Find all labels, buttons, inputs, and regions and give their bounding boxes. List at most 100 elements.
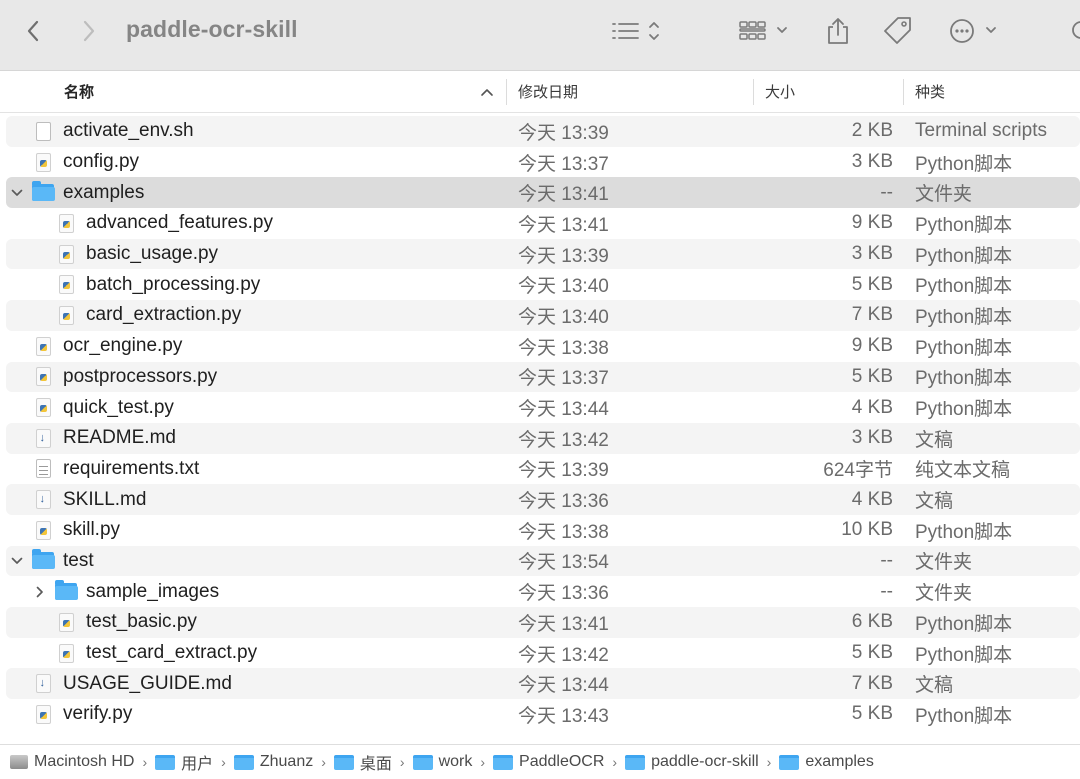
folder-icon bbox=[412, 754, 433, 770]
file-row[interactable]: config.py 今天 13:37 3 KB Python脚本 bbox=[0, 147, 1080, 178]
disclosure-open-icon[interactable] bbox=[10, 177, 24, 208]
path-crumb[interactable]: 桌面 bbox=[333, 750, 392, 774]
file-size: 3 KB bbox=[851, 427, 893, 449]
python-file-icon bbox=[55, 239, 77, 270]
path-crumb[interactable]: 用户 bbox=[155, 750, 213, 774]
file-list: activate_env.sh 今天 13:39 2 KB Terminal scri… bbox=[0, 116, 1080, 730]
chevron-left-icon bbox=[27, 20, 39, 42]
folder-icon bbox=[32, 546, 55, 577]
file-modified-date: 今天 13:38 bbox=[518, 337, 609, 359]
disclosure-open-icon[interactable] bbox=[10, 546, 24, 577]
file-modified-date: 今天 13:40 bbox=[518, 306, 609, 328]
share-button[interactable] bbox=[822, 14, 854, 48]
file-row[interactable]: card_extraction.py 今天 13:40 7 KB Python脚本 bbox=[0, 300, 1080, 331]
column-kind-header[interactable]: 种类 bbox=[915, 71, 945, 112]
file-row[interactable]: test_card_extract.py 今天 13:42 5 KB Python脚本 bbox=[0, 638, 1080, 669]
file-row[interactable]: USAGE_GUIDE.md 今天 13:44 7 KB 文稿 bbox=[0, 668, 1080, 699]
tag-button[interactable] bbox=[880, 14, 916, 48]
file-name: README.md bbox=[63, 427, 176, 449]
more-actions-button[interactable] bbox=[944, 14, 1004, 48]
file-name: test_basic.py bbox=[86, 611, 197, 633]
python-file-icon bbox=[32, 331, 54, 362]
path-crumb[interactable]: Macintosh HD bbox=[10, 753, 134, 771]
file-modified-date: 今天 13:39 bbox=[518, 245, 609, 267]
file-kind: Python脚本 bbox=[915, 613, 1013, 635]
column-divider[interactable] bbox=[506, 79, 507, 105]
python-file-icon bbox=[32, 362, 54, 393]
column-size-header[interactable]: 大小 bbox=[765, 71, 795, 112]
path-crumb[interactable]: PaddleOCR bbox=[493, 753, 604, 771]
file-row[interactable]: requirements.txt 今天 13:39 624字节 纯文本文稿 bbox=[0, 454, 1080, 485]
file-row[interactable]: advanced_features.py 今天 13:41 9 KB Python脚本 bbox=[0, 208, 1080, 239]
text-file-icon bbox=[32, 454, 54, 485]
folder-icon bbox=[32, 177, 55, 208]
forward-button[interactable] bbox=[74, 14, 104, 48]
folder-icon bbox=[625, 754, 646, 770]
file-kind: Python脚本 bbox=[915, 399, 1013, 421]
file-size: 2 KB bbox=[851, 120, 893, 142]
share-icon bbox=[828, 18, 848, 44]
file-size: -- bbox=[880, 580, 893, 602]
path-crumb-label: 用户 bbox=[181, 756, 214, 773]
path-crumb[interactable]: examples bbox=[779, 753, 874, 771]
file-kind: 文稿 bbox=[915, 675, 954, 697]
path-crumb[interactable]: paddle-ocr-skill bbox=[625, 753, 759, 771]
folder-row[interactable]: examples 今天 13:41 -- 文件夹 bbox=[0, 177, 1080, 208]
path-crumb-label: Macintosh HD bbox=[34, 753, 135, 770]
file-name: test bbox=[63, 549, 94, 571]
disclosure-closed-icon[interactable] bbox=[33, 576, 47, 607]
file-size: 5 KB bbox=[851, 642, 893, 664]
search-icon bbox=[1072, 21, 1080, 39]
column-divider[interactable] bbox=[753, 79, 754, 105]
file-row[interactable]: skill.py 今天 13:38 10 KB Python脚本 bbox=[0, 515, 1080, 546]
column-divider[interactable] bbox=[903, 79, 904, 105]
file-row[interactable]: basic_usage.py 今天 13:39 3 KB Python脚本 bbox=[0, 238, 1080, 270]
column-header: 名称 修改日期 大小 种类 bbox=[0, 71, 1080, 113]
path-crumb[interactable]: work bbox=[412, 753, 472, 771]
python-file-icon bbox=[55, 208, 77, 239]
python-file-icon bbox=[55, 269, 77, 300]
file-modified-date: 今天 13:38 bbox=[518, 521, 609, 543]
folder-row[interactable]: test 今天 13:54 -- 文件夹 bbox=[0, 545, 1080, 577]
group-view-button[interactable] bbox=[734, 14, 794, 48]
file-row[interactable]: quick_test.py 今天 13:44 4 KB Python脚本 bbox=[0, 392, 1080, 423]
path-crumb-label: examples bbox=[805, 753, 874, 770]
file-row[interactable]: test_basic.py 今天 13:41 6 KB Python脚本 bbox=[0, 607, 1080, 638]
python-file-icon bbox=[32, 699, 54, 730]
file-row[interactable]: verify.py 今天 13:43 5 KB Python脚本 bbox=[0, 699, 1080, 730]
back-button[interactable] bbox=[18, 14, 48, 48]
file-modified-date: 今天 13:42 bbox=[518, 429, 609, 451]
python-file-icon bbox=[55, 607, 77, 638]
file-row[interactable]: activate_env.sh 今天 13:39 2 KB Terminal scri… bbox=[0, 116, 1080, 147]
list-view-icon bbox=[612, 22, 659, 40]
shell-script-icon bbox=[32, 116, 54, 147]
path-crumb[interactable]: Zhuanz bbox=[233, 753, 314, 771]
file-row[interactable]: batch_processing.py 今天 13:40 5 KB Python脚本 bbox=[0, 269, 1080, 300]
search-button[interactable] bbox=[1066, 14, 1080, 48]
file-kind: Python脚本 bbox=[915, 214, 1013, 236]
file-row[interactable]: README.md 今天 13:42 3 KB 文稿 bbox=[0, 422, 1080, 454]
python-file-icon bbox=[32, 515, 54, 546]
file-row[interactable]: postprocessors.py 今天 13:37 5 KB Python脚本 bbox=[0, 361, 1080, 393]
file-kind: Python脚本 bbox=[915, 368, 1013, 390]
list-view-button[interactable] bbox=[606, 14, 666, 48]
column-date-header[interactable]: 修改日期 bbox=[518, 71, 578, 112]
file-row[interactable]: ocr_engine.py 今天 13:38 9 KB Python脚本 bbox=[0, 331, 1080, 362]
file-name: activate_env.sh bbox=[63, 120, 194, 142]
python-file-icon bbox=[55, 638, 77, 669]
column-name-header[interactable]: 名称 bbox=[64, 71, 94, 112]
file-size: 7 KB bbox=[851, 672, 893, 694]
file-row[interactable]: SKILL.md 今天 13:36 4 KB 文稿 bbox=[0, 484, 1080, 515]
folder-row[interactable]: sample_images 今天 13:36 -- 文件夹 bbox=[0, 576, 1080, 607]
file-kind: Python脚本 bbox=[915, 644, 1013, 666]
grid-icon bbox=[739, 21, 787, 40]
chevron-right-icon: › bbox=[766, 754, 772, 770]
sort-ascending-icon[interactable] bbox=[480, 71, 494, 112]
hard-drive-icon bbox=[10, 755, 28, 769]
path-crumb-label: Zhuanz bbox=[259, 753, 314, 770]
file-modified-date: 今天 13:40 bbox=[518, 276, 609, 298]
file-kind: Python脚本 bbox=[915, 521, 1013, 543]
file-modified-date: 今天 13:54 bbox=[518, 552, 609, 574]
file-modified-date: 今天 13:43 bbox=[518, 705, 609, 727]
file-size: 10 KB bbox=[841, 519, 893, 541]
